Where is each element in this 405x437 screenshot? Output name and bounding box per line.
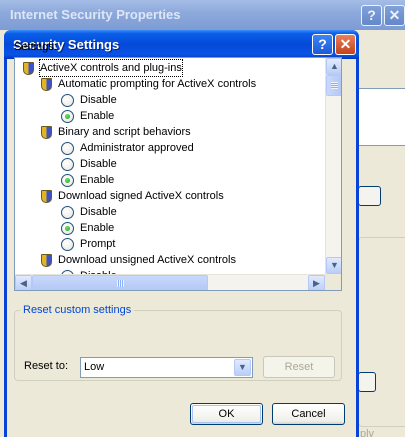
radio-unchecked-icon[interactable] bbox=[61, 238, 74, 251]
scroll-up-button[interactable]: ▲ bbox=[326, 58, 341, 75]
dialog-help-button[interactable]: ? bbox=[312, 34, 333, 55]
list-item-label: ActiveX controls and plug-ins bbox=[39, 59, 183, 77]
grip-icon bbox=[331, 82, 338, 89]
scrollbar-corner bbox=[325, 274, 341, 290]
horizontal-scroll-thumb[interactable] bbox=[32, 275, 208, 290]
settings-shield-icon bbox=[41, 78, 52, 91]
cancel-button[interactable]: Cancel bbox=[272, 403, 345, 425]
vertical-scrollbar[interactable]: ▲ ▼ bbox=[325, 58, 341, 274]
background-custom-level-button[interactable] bbox=[358, 372, 376, 392]
reset-level-value: Low bbox=[84, 361, 105, 373]
vertical-scroll-thumb[interactable] bbox=[326, 75, 341, 96]
radio-unchecked-icon[interactable] bbox=[61, 158, 74, 171]
list-item-label: Download signed ActiveX controls bbox=[58, 190, 224, 202]
scroll-right-button[interactable]: ▶ bbox=[308, 275, 325, 290]
list-item-label: Enable bbox=[80, 174, 115, 186]
scroll-down-button[interactable]: ▼ bbox=[326, 257, 341, 274]
background-zone-list[interactable] bbox=[358, 88, 405, 146]
reset-group-legend: Reset custom settings bbox=[20, 304, 135, 316]
chevron-left-icon: ◀ bbox=[20, 278, 27, 288]
background-window-title: Internet Security Properties bbox=[10, 7, 181, 22]
settings-list[interactable]: ActiveX controls and plug-ins Automatic p… bbox=[14, 57, 342, 291]
grip-icon bbox=[117, 280, 124, 287]
list-item-label: Administrator approved bbox=[80, 142, 194, 154]
reset-button[interactable]: Reset bbox=[263, 356, 335, 378]
dropdown-arrow-button[interactable]: ▼ bbox=[234, 359, 251, 376]
reset-level-dropdown[interactable]: Low ▼ bbox=[80, 357, 253, 378]
list-item-label: Enable bbox=[80, 110, 115, 122]
scroll-left-button[interactable]: ◀ bbox=[15, 275, 32, 290]
background-apply-button-label[interactable]: ply bbox=[360, 428, 374, 437]
radio-checked-icon[interactable] bbox=[61, 174, 74, 187]
radio-unchecked-icon[interactable] bbox=[61, 206, 74, 219]
chevron-down-icon: ▼ bbox=[238, 362, 247, 372]
background-security-level-group bbox=[358, 237, 405, 427]
settings-shield-icon bbox=[23, 62, 34, 75]
settings-shield-icon bbox=[41, 126, 52, 139]
settings-list-content: ActiveX controls and plug-ins Automatic p… bbox=[15, 58, 325, 274]
list-item-label: Binary and script behaviors bbox=[58, 126, 191, 138]
radio-checked-icon[interactable] bbox=[61, 110, 74, 123]
radio-unchecked-icon[interactable] bbox=[61, 142, 74, 155]
chevron-right-icon: ▶ bbox=[313, 278, 320, 288]
horizontal-scrollbar[interactable]: ◀ ▶ bbox=[15, 274, 325, 290]
radio-unchecked-icon[interactable] bbox=[61, 94, 74, 107]
reset-to-label: Reset to: bbox=[24, 360, 69, 372]
dialog-title-bar[interactable]: Security Settings ? ✕ bbox=[4, 30, 359, 59]
list-item-label: Disable bbox=[80, 206, 117, 218]
chevron-down-icon: ▼ bbox=[330, 260, 339, 270]
settings-shield-icon bbox=[41, 254, 52, 267]
ok-button[interactable]: OK bbox=[190, 403, 263, 425]
dialog-close-button[interactable]: ✕ bbox=[335, 34, 356, 55]
chevron-up-icon: ▲ bbox=[330, 61, 339, 71]
settings-label: Settings: bbox=[14, 41, 57, 53]
list-item-label: Download unsigned ActiveX controls bbox=[58, 254, 236, 266]
list-item-label: Prompt bbox=[80, 238, 116, 250]
list-item-label: Enable bbox=[80, 222, 115, 234]
background-title-bar: Internet Security Properties bbox=[0, 0, 405, 30]
list-item-label: Disable bbox=[80, 158, 117, 170]
background-close-button[interactable]: ✕ bbox=[384, 5, 405, 26]
list-item-label: Automatic prompting for ActiveX controls bbox=[58, 78, 257, 90]
settings-shield-icon bbox=[41, 190, 52, 203]
background-sites-button[interactable] bbox=[358, 186, 381, 206]
background-help-button[interactable]: ? bbox=[361, 5, 382, 26]
radio-checked-icon[interactable] bbox=[61, 222, 74, 235]
list-item-label: Disable bbox=[80, 94, 117, 106]
